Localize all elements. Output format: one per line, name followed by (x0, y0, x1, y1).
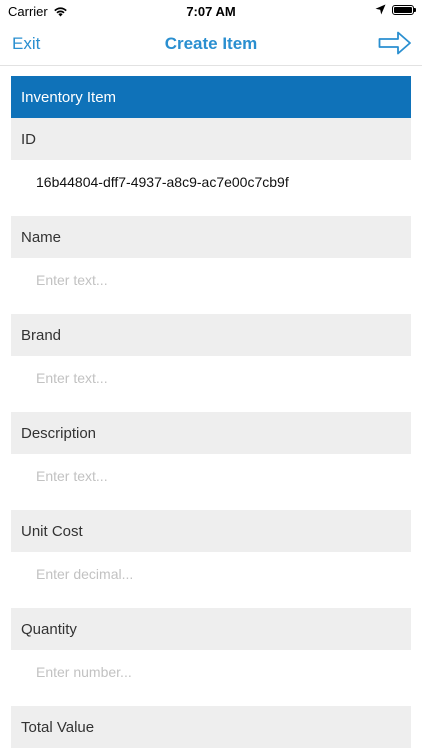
brand-field-row (11, 356, 411, 412)
status-bar: Carrier 7:07 AM (0, 0, 422, 22)
page-title: Create Item (164, 34, 258, 53)
name-field-row (11, 258, 411, 314)
location-arrow-icon (375, 4, 386, 15)
id-label: ID (11, 118, 411, 160)
total-value-label: Total Value (11, 706, 411, 748)
name-label: Name (11, 216, 411, 258)
form-header: Inventory Item (11, 76, 411, 118)
description-field-row (11, 454, 411, 510)
quantity-label: Quantity (11, 608, 411, 650)
name-input[interactable] (36, 272, 376, 288)
battery-icon (392, 4, 416, 15)
unit-cost-field-row (11, 552, 411, 608)
arrow-right-icon[interactable] (378, 30, 412, 56)
status-right (375, 4, 416, 15)
id-value: 16b44804-dff7-4937-a8c9-ac7e00c7cb9f (36, 174, 289, 190)
quantity-field-row (11, 650, 411, 706)
quantity-input[interactable] (36, 664, 376, 680)
brand-label: Brand (11, 314, 411, 356)
navigation-bar: Exit Create Item (0, 22, 422, 66)
inventory-form: Inventory Item ID 16b44804-dff7-4937-a8c… (11, 76, 411, 748)
description-input[interactable] (36, 468, 376, 484)
description-label: Description (11, 412, 411, 454)
brand-input[interactable] (36, 370, 376, 386)
unit-cost-label: Unit Cost (11, 510, 411, 552)
unit-cost-input[interactable] (36, 566, 376, 582)
status-time: 7:07 AM (186, 4, 236, 19)
